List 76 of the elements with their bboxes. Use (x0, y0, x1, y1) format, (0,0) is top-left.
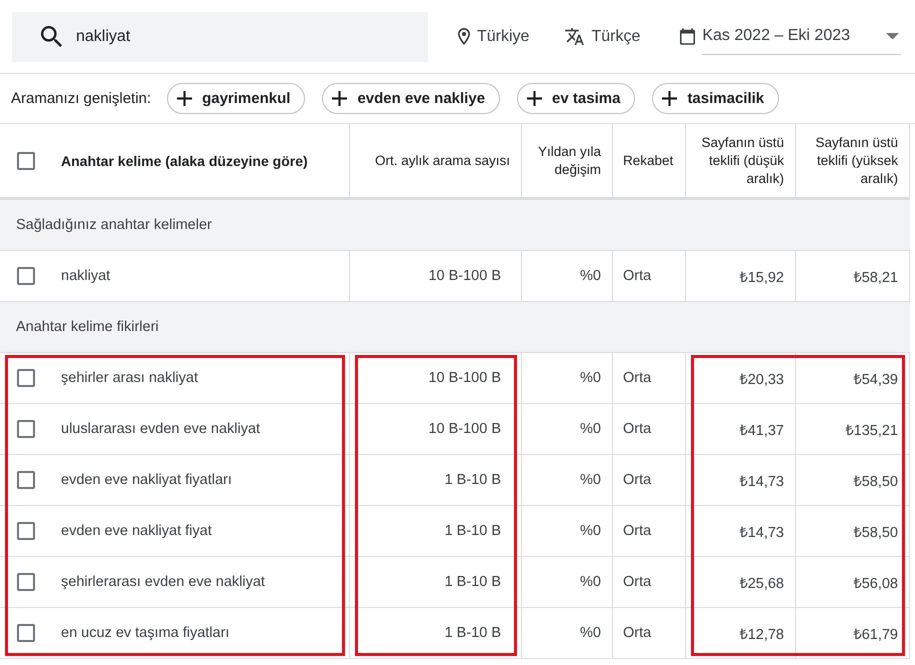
bid-amount: ₺58,50 (854, 524, 898, 541)
bid-amount: ₺54,39 (854, 371, 898, 388)
search-volume-range: 1 B-10 B (444, 574, 501, 590)
change-percent: %0 (580, 625, 601, 641)
calendar-icon (680, 28, 696, 45)
bid-amount: ₺61,79 (854, 626, 898, 643)
location-pin-icon (458, 28, 470, 45)
bid-amount: ₺20,33 (740, 371, 784, 388)
bid-amount: ₺25,68 (740, 575, 784, 592)
column-header[interactable]: Rekabet (623, 152, 674, 170)
competition-level: Orta (623, 421, 652, 437)
select-all-checkbox[interactable] (17, 152, 35, 170)
search-volume-range: 10 B-100 B (428, 370, 501, 386)
search-volume-range: 1 B-10 B (444, 523, 501, 539)
column-header[interactable]: Anahtar kelime (alaka düzeyine göre) (61, 152, 308, 170)
keyword-text: uluslararası evden eve nakliyat (61, 421, 260, 437)
keyword-text: şehirler arası nakliyat (61, 370, 198, 386)
translate-icon (565, 28, 584, 45)
keyword-suggestion-chip[interactable]: gayrimenkul (167, 83, 306, 114)
column-header[interactable]: Sayfanın üstü teklifi (düşük aralık) (692, 134, 784, 188)
search-volume-range: 1 B-10 B (444, 625, 501, 641)
row-checkbox[interactable] (17, 471, 35, 489)
competition-level: Orta (623, 268, 652, 284)
date-range-dropdown[interactable]: Kas 2022 – Eki 2023 (702, 18, 902, 54)
location-filter[interactable]: Türkiye (458, 28, 530, 46)
row-checkbox[interactable] (17, 420, 35, 438)
competition-level: Orta (623, 472, 652, 488)
competition-level: Orta (623, 574, 652, 590)
language-filter[interactable]: Türkçe (565, 28, 640, 46)
change-percent: %0 (580, 370, 601, 386)
keyword-text: nakliyat (61, 268, 110, 284)
change-percent: %0 (580, 421, 601, 437)
group-heading: Sağladığınız anahtar kelimeler (0, 200, 910, 251)
keyword-text: şehirlerarası evden eve nakliyat (61, 574, 265, 590)
search-volume-range: 1 B-10 B (444, 472, 501, 488)
plus-icon (527, 91, 542, 106)
column-header[interactable]: Sayfanın üstü teklifi (yüksek aralık) (802, 134, 898, 188)
bid-amount: ₺41,37 (740, 422, 784, 439)
bid-amount: ₺56,08 (854, 575, 898, 592)
bid-amount: ₺58,50 (854, 473, 898, 490)
bid-amount: ₺135,21 (846, 422, 898, 439)
row-checkbox[interactable] (17, 369, 35, 387)
competition-level: Orta (623, 523, 652, 539)
bid-amount: ₺15,92 (740, 269, 784, 286)
search-volume-range: 10 B-100 B (428, 421, 501, 437)
column-header[interactable]: Yıldan yıla değişim (528, 142, 601, 178)
bid-amount: ₺14,73 (740, 473, 784, 490)
change-percent: %0 (580, 574, 601, 590)
search-icon (41, 26, 62, 47)
bid-amount: ₺14,73 (740, 524, 784, 541)
bid-amount: ₺58,21 (854, 269, 898, 286)
dropdown-caret-icon (886, 32, 900, 40)
change-percent: %0 (580, 523, 601, 539)
keyword-suggestion-chip[interactable]: tasimacilik (652, 83, 780, 114)
broaden-search-label: Aramanızı genişletin: (11, 90, 152, 107)
plus-icon (332, 91, 348, 106)
row-checkbox[interactable] (17, 522, 35, 540)
row-checkbox[interactable] (17, 624, 35, 642)
plus-icon (177, 91, 192, 106)
keyword-text: evden eve nakliyat fiyat (61, 523, 212, 539)
change-percent: %0 (580, 268, 601, 284)
change-percent: %0 (580, 472, 601, 488)
group-heading: Anahtar kelime fikirleri (0, 302, 910, 353)
keyword-suggestion-chip[interactable]: evden eve nakliye (322, 83, 500, 114)
search-volume-range: 10 B-100 B (428, 268, 501, 284)
search-field[interactable]: nakliyat (12, 12, 428, 62)
keyword-text: evden eve nakliyat fiyatları (61, 472, 232, 488)
competition-level: Orta (623, 370, 652, 386)
bid-amount: ₺12,78 (740, 626, 784, 643)
keyword-suggestion-chip[interactable]: ev tasima (517, 83, 636, 114)
keyword-text: en ucuz ev taşıma fiyatları (61, 625, 230, 641)
row-checkbox[interactable] (17, 267, 35, 285)
competition-level: Orta (623, 625, 652, 641)
plus-icon (662, 91, 678, 106)
column-header[interactable]: Ort. aylık arama sayısı (374, 152, 510, 170)
row-checkbox[interactable] (17, 573, 35, 591)
